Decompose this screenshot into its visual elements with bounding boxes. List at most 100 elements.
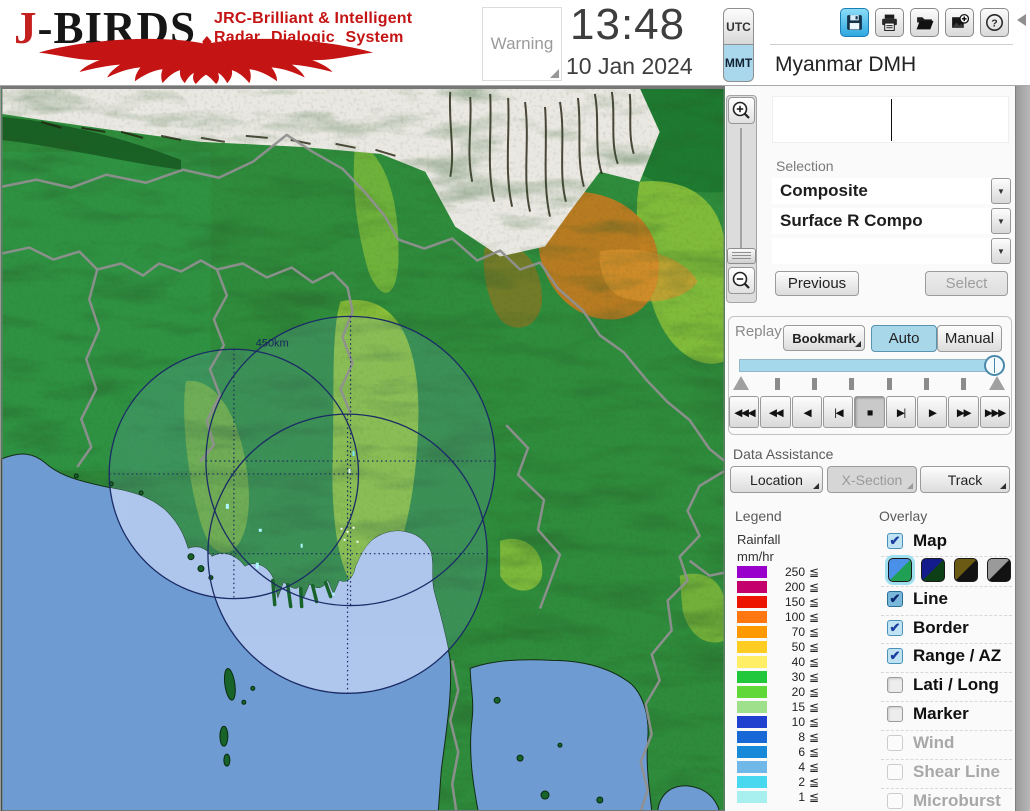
replay-slider-handle[interactable] — [984, 355, 1005, 376]
legend-item: 4 ≦ — [737, 760, 829, 774]
slider-tick — [849, 378, 854, 390]
warning-panel[interactable]: Warning — [482, 7, 562, 81]
map-style-navy-darkgreen[interactable] — [921, 558, 945, 582]
zoom-slider-handle[interactable] — [727, 248, 756, 264]
map-style-blue-green[interactable] — [888, 558, 912, 582]
border-checkbox[interactable]: ✔ — [887, 620, 903, 636]
leq-icon: ≦ — [809, 580, 820, 594]
select-button[interactable]: Select — [925, 271, 1008, 296]
legend-color-swatch — [737, 776, 767, 788]
legend-color-swatch — [737, 581, 767, 593]
fast-forward-3-button[interactable]: ▶▶▶ — [979, 396, 1010, 428]
legend-color-swatch — [737, 761, 767, 773]
overlay-row-microburst: Microburst — [887, 791, 1015, 811]
resize-grip-icon[interactable] — [550, 69, 559, 78]
warning-label: Warning — [490, 34, 554, 53]
radar-map[interactable]: 450km — [0, 86, 725, 811]
data-assistance-label: Data Assistance — [733, 446, 834, 462]
legend-color-swatch — [737, 566, 767, 578]
slider-tick — [887, 378, 892, 390]
map-checkbox[interactable]: ✔ — [887, 533, 903, 549]
jbirds-application: J-BIRDS JRC-Brilliant & Intelligent Rada… — [0, 0, 1030, 811]
manual-mode-button[interactable]: Manual — [937, 325, 1002, 352]
marker-checkbox[interactable] — [887, 706, 903, 722]
timezone-mmt-button[interactable]: MMT — [723, 45, 754, 82]
dropdown-product-arrow[interactable]: ▼ — [991, 208, 1011, 234]
dropdown-category-arrow[interactable]: ▼ — [991, 178, 1011, 204]
panel-collapse-arrow-icon[interactable] — [1017, 14, 1026, 26]
legend-section-label: Legend — [735, 508, 782, 524]
fast-rewind-3-button[interactable]: ◀◀◀ — [729, 396, 760, 428]
legend-color-swatch — [737, 716, 767, 728]
previous-button[interactable]: Previous — [775, 271, 859, 296]
station-name: Myanmar DMH — [775, 53, 917, 76]
dropdown-option-arrow[interactable]: ▼ — [991, 238, 1011, 264]
legend-color-swatch — [737, 731, 767, 743]
track-button[interactable]: Track — [920, 466, 1010, 493]
slider-tick — [924, 378, 929, 390]
fast-forward-2-button[interactable]: ▶▶ — [948, 396, 979, 428]
line-checkbox[interactable]: ✔ — [887, 591, 903, 607]
panel-scrollbar[interactable] — [1015, 48, 1030, 811]
legend-color-swatch — [737, 746, 767, 758]
fast-rewind-2-button[interactable]: ◀◀ — [760, 396, 791, 428]
range-az-checkbox[interactable]: ✔ — [887, 648, 903, 664]
lati-long-checkbox[interactable] — [887, 677, 903, 693]
chevron-down-icon: ▼ — [997, 216, 1005, 226]
legend-color-swatch — [737, 686, 767, 698]
leq-icon: ≦ — [809, 610, 820, 624]
dropdown-product[interactable]: Surface R Compo — [772, 208, 991, 234]
location-button[interactable]: Location — [730, 466, 823, 493]
zoom-out-button[interactable] — [728, 267, 755, 294]
slider-tick — [775, 378, 780, 390]
auto-mode-button[interactable]: Auto — [871, 325, 937, 352]
divider — [881, 615, 1012, 616]
map-style-gray-black[interactable] — [987, 558, 1011, 582]
divider — [881, 556, 1012, 557]
legend-item: 50 ≦ — [737, 640, 829, 654]
dropdown-category[interactable]: Composite — [772, 178, 991, 204]
overlay-row-shear-line: Shear Line — [887, 762, 1015, 786]
open-folder-button[interactable] — [910, 8, 939, 37]
profile-cursor-line — [891, 99, 892, 141]
bookmark-button[interactable]: Bookmark — [783, 325, 865, 351]
leq-icon: ≦ — [809, 655, 820, 669]
help-icon: ? — [986, 14, 1003, 31]
leq-icon: ≦ — [809, 715, 820, 729]
help-button[interactable]: ? — [980, 8, 1009, 37]
replay-slider-track[interactable] — [739, 359, 997, 372]
open-folder-icon — [916, 17, 934, 30]
x-section-button[interactable]: X-Section — [827, 466, 917, 493]
overlay-row-line: ✔ Line — [887, 589, 1015, 613]
replay-range-start-marker[interactable] — [733, 376, 749, 390]
range-ring-label: 450km — [256, 337, 289, 349]
microburst-checkbox — [887, 793, 903, 809]
play-button[interactable]: ▶ — [916, 396, 948, 428]
divider — [881, 730, 1012, 731]
overlay-row-wind: Wind — [887, 733, 1015, 757]
profile-box[interactable] — [772, 96, 1009, 143]
divider — [881, 759, 1012, 760]
legend-item: 20 ≦ — [737, 685, 829, 699]
dropdown-option[interactable] — [772, 238, 991, 264]
shear-line-checkbox — [887, 764, 903, 780]
timezone-utc-button[interactable]: UTC — [723, 8, 754, 45]
stop-button[interactable]: ■ — [854, 396, 885, 428]
play-reverse-button[interactable]: ◀ — [791, 396, 822, 428]
zoom-slider-track[interactable] — [740, 128, 742, 250]
leq-icon: ≦ — [809, 700, 820, 714]
legend-item: 8 ≦ — [737, 730, 829, 744]
print-button[interactable] — [875, 8, 904, 37]
replay-range-end-marker[interactable] — [989, 376, 1005, 390]
zoom-in-button[interactable] — [728, 97, 755, 124]
legend-color-swatch — [737, 791, 767, 803]
tagline-line1: JRC-Brilliant & Intelligent — [214, 10, 413, 27]
print-icon — [882, 14, 897, 31]
step-last-button[interactable]: ▶| — [885, 396, 916, 428]
map-style-olive-black[interactable] — [954, 558, 978, 582]
legend-item: 2 ≦ — [737, 775, 829, 789]
save-button[interactable] — [840, 8, 869, 37]
overlay-section-label: Overlay — [879, 508, 928, 524]
add-image-button[interactable] — [945, 8, 974, 37]
step-first-button[interactable]: |◀ — [822, 396, 854, 428]
